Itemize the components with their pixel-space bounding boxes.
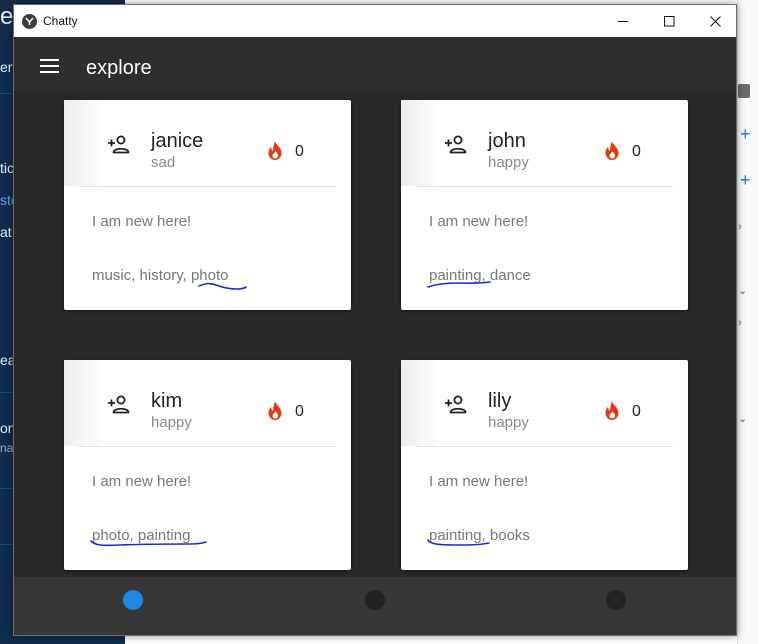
card-divider — [79, 186, 336, 187]
add-friend-icon[interactable] — [107, 394, 131, 414]
user-name: john — [488, 130, 526, 152]
add-friend-icon[interactable] — [107, 134, 131, 154]
user-mood: happy — [488, 154, 529, 171]
user-bio: I am new here! — [92, 473, 192, 490]
user-mood: happy — [488, 414, 529, 431]
interest-tag: dance — [489, 267, 531, 284]
close-button[interactable] — [692, 5, 738, 37]
app-window: Chatty explore janice sad 0 I am new her… — [13, 4, 737, 636]
minimize-button[interactable] — [600, 5, 646, 37]
background-text: at — [0, 224, 12, 240]
card-divider — [416, 446, 673, 447]
background-text: tic — [0, 160, 14, 176]
app-bar: explore — [14, 37, 736, 91]
interest-tag: music — [92, 267, 132, 284]
interest-tag: photo — [92, 527, 130, 544]
interest-tag: photo — [190, 267, 229, 284]
chevron-right-icon: › — [738, 317, 742, 329]
fire-icon — [268, 401, 282, 420]
likes-count: 0 — [632, 403, 641, 420]
likes-count: 0 — [295, 403, 304, 420]
fire-icon — [268, 141, 282, 160]
user-mood: sad — [151, 154, 176, 171]
nav-dot-2[interactable] — [365, 590, 385, 610]
interest-tag: painting — [429, 267, 482, 284]
card-header: john happy 0 — [401, 100, 688, 186]
user-name: lily — [488, 390, 512, 412]
user-bio: I am new here! — [429, 213, 529, 230]
nav-dot-explore[interactable] — [123, 590, 143, 610]
message-icon — [738, 84, 750, 98]
window-title: Chatty — [43, 14, 78, 28]
user-name: kim — [151, 390, 183, 412]
explore-grid: janice sad 0 I am new here! music, histo… — [14, 91, 736, 577]
maximize-icon — [663, 15, 674, 26]
background-text: na — [0, 441, 14, 455]
bottom-navigation — [14, 577, 736, 635]
fire-icon — [605, 141, 619, 160]
background-text: e — [0, 3, 14, 30]
user-mood: happy — [151, 414, 192, 431]
maximize-button[interactable] — [646, 5, 692, 37]
user-interests: photo, painting — [92, 527, 191, 544]
card-divider — [79, 446, 336, 447]
interest-tag: books — [489, 527, 530, 544]
app-logo-icon — [22, 13, 37, 29]
page-title: explore — [86, 57, 152, 79]
minimize-icon — [617, 20, 628, 22]
interest-tag: painting — [137, 527, 191, 544]
chevron-down-icon: ⌄ — [738, 413, 748, 425]
close-icon — [709, 15, 721, 27]
interest-tag: history — [139, 267, 183, 284]
background-plus-icon: + — [740, 124, 751, 144]
chevron-right-icon: › — [738, 221, 742, 233]
user-bio: I am new here! — [429, 473, 529, 490]
background-plus-icon: + — [740, 170, 751, 190]
user-interests: painting, dance — [429, 267, 531, 284]
user-interests: painting, books — [429, 527, 530, 544]
likes-count: 0 — [295, 143, 304, 160]
user-bio: I am new here! — [92, 213, 192, 230]
background-app-right: + + › ⌄ › ⌄ — [737, 0, 758, 644]
user-name: janice — [151, 130, 204, 152]
card-divider — [416, 186, 673, 187]
hamburger-menu-icon[interactable] — [40, 59, 59, 73]
card-header: kim happy 0 — [64, 360, 351, 446]
window-titlebar[interactable]: Chatty — [14, 5, 736, 37]
nav-dot-3[interactable] — [606, 590, 626, 610]
interest-tag: painting — [429, 527, 482, 544]
user-card[interactable]: janice sad 0 I am new here! music, histo… — [64, 100, 351, 310]
user-card[interactable]: john happy 0 I am new here! painting, da… — [401, 100, 688, 310]
card-header: lily happy 0 — [401, 360, 688, 446]
user-card[interactable]: kim happy 0 I am new here! photo, painti… — [64, 360, 351, 570]
add-friend-icon[interactable] — [444, 394, 468, 414]
user-interests: music, history, photo — [92, 267, 229, 284]
chevron-down-icon: ⌄ — [738, 285, 748, 297]
user-card[interactable]: lily happy 0 I am new here! painting, bo… — [401, 360, 688, 570]
likes-count: 0 — [632, 143, 641, 160]
fire-icon — [605, 401, 619, 420]
card-header: janice sad 0 — [64, 100, 351, 186]
add-friend-icon[interactable] — [444, 134, 468, 154]
